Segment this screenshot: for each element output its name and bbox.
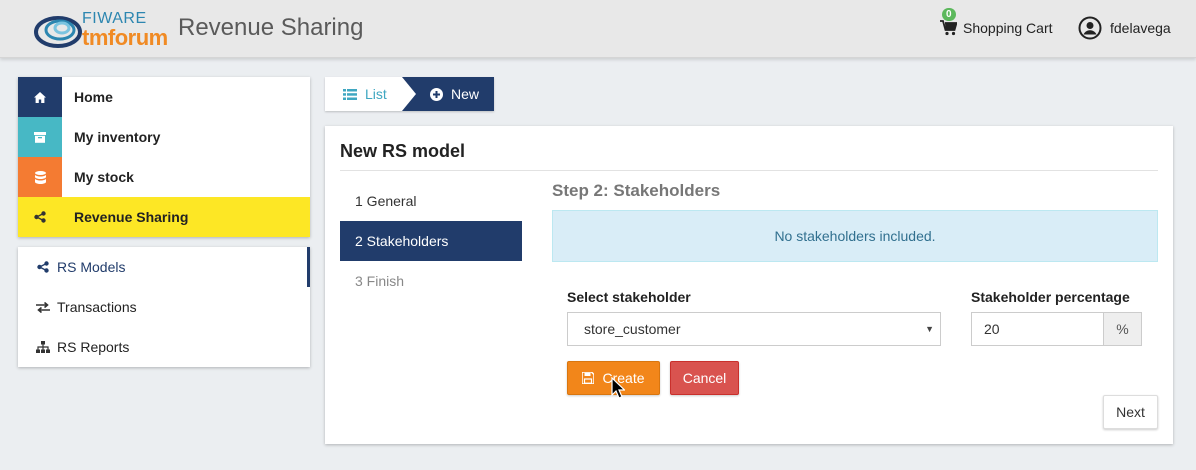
- exchange-icon: [35, 301, 51, 313]
- create-button[interactable]: Create: [567, 361, 660, 395]
- sidebar-menu: Home My inventory My stock Revenue Shari…: [18, 77, 310, 237]
- step-heading: Step 2: Stakeholders: [552, 181, 721, 200]
- percentage-input-group: %: [971, 312, 1142, 346]
- cancel-button[interactable]: Cancel: [670, 361, 739, 395]
- plus-circle-icon: [430, 87, 443, 101]
- user-menu[interactable]: fdelavega: [1078, 16, 1171, 40]
- page-title: New RS model: [340, 141, 466, 161]
- sidebar-item-label: My inventory: [74, 129, 161, 145]
- sidebar-item-label: Home: [74, 89, 113, 105]
- step-general[interactable]: 1 General: [340, 181, 522, 221]
- wizard-steps: 1 General 2 Stakeholders 3 Finish: [340, 181, 522, 301]
- divider: [340, 170, 1158, 171]
- database-icon: [18, 157, 62, 197]
- stakeholder-select-label: Select stakeholder: [567, 289, 691, 305]
- breadcrumb-new-current: New: [402, 77, 494, 111]
- revenue-sharing-submenu: RS Models Transactions RS Reports: [18, 247, 310, 367]
- app-title: Revenue Sharing: [178, 14, 364, 41]
- breadcrumb: List New: [325, 77, 494, 111]
- sidebar-item-label: Revenue Sharing: [74, 209, 189, 225]
- percent-addon: %: [1104, 312, 1142, 346]
- logo-swirl-icon: [34, 16, 82, 48]
- sidebar-item-label: My stock: [74, 169, 134, 185]
- sitemap-icon: [35, 341, 51, 353]
- shopping-cart-icon: [940, 20, 957, 36]
- save-icon: [582, 372, 595, 384]
- chevron-down-icon: ▼: [925, 324, 934, 334]
- user-circle-icon: [1078, 16, 1102, 40]
- list-icon: [343, 88, 357, 100]
- step-finish: 3 Finish: [355, 273, 405, 289]
- share-icon: [35, 261, 51, 273]
- submenu-item-label: Transactions: [57, 299, 137, 315]
- submenu-item-label: RS Models: [57, 259, 126, 275]
- breadcrumb-list-link[interactable]: List: [325, 77, 402, 111]
- breadcrumb-list-label: List: [365, 86, 387, 102]
- percentage-input[interactable]: [971, 312, 1104, 346]
- step-stakeholders[interactable]: 2 Stakeholders: [340, 221, 522, 261]
- stakeholder-select[interactable]: store_customer ▼: [567, 312, 941, 346]
- shopping-cart-button[interactable]: 0 Shopping Cart: [940, 8, 1053, 39]
- breadcrumb-new-label: New: [451, 86, 480, 102]
- new-rs-model-panel: New RS model 1 General 2 Stakeholders 3 …: [325, 126, 1173, 444]
- logo-tmforum-text: tmforum: [82, 25, 168, 50]
- cart-label: Shopping Cart: [963, 20, 1053, 36]
- sidebar-item-home[interactable]: Home: [18, 77, 310, 117]
- sidebar-item-revenue-sharing[interactable]: Revenue Sharing: [18, 197, 310, 237]
- create-button-label: Create: [602, 370, 645, 386]
- submenu-item-label: RS Reports: [57, 339, 130, 355]
- archive-icon: [18, 117, 62, 157]
- submenu-item-rs-models[interactable]: RS Models: [18, 247, 310, 287]
- sidebar-item-inventory[interactable]: My inventory: [18, 117, 310, 157]
- next-button[interactable]: Next: [1103, 395, 1158, 429]
- submenu-item-transactions[interactable]: Transactions: [18, 287, 310, 327]
- percentage-label: Stakeholder percentage: [971, 289, 1130, 305]
- stakeholder-select-value: store_customer: [584, 321, 681, 337]
- no-stakeholders-alert: No stakeholders included.: [552, 210, 1158, 262]
- fiware-tmforum-logo[interactable]: FIWARE tmforum: [34, 10, 170, 50]
- user-name: fdelavega: [1110, 20, 1171, 36]
- cart-count-badge: 0: [942, 8, 956, 21]
- top-header: FIWARE tmforum Revenue Sharing 0 Shoppin…: [0, 0, 1196, 58]
- sidebar-item-stock[interactable]: My stock: [18, 157, 310, 197]
- submenu-item-rs-reports[interactable]: RS Reports: [18, 327, 310, 367]
- share-icon: [18, 197, 62, 237]
- home-icon: [18, 77, 62, 117]
